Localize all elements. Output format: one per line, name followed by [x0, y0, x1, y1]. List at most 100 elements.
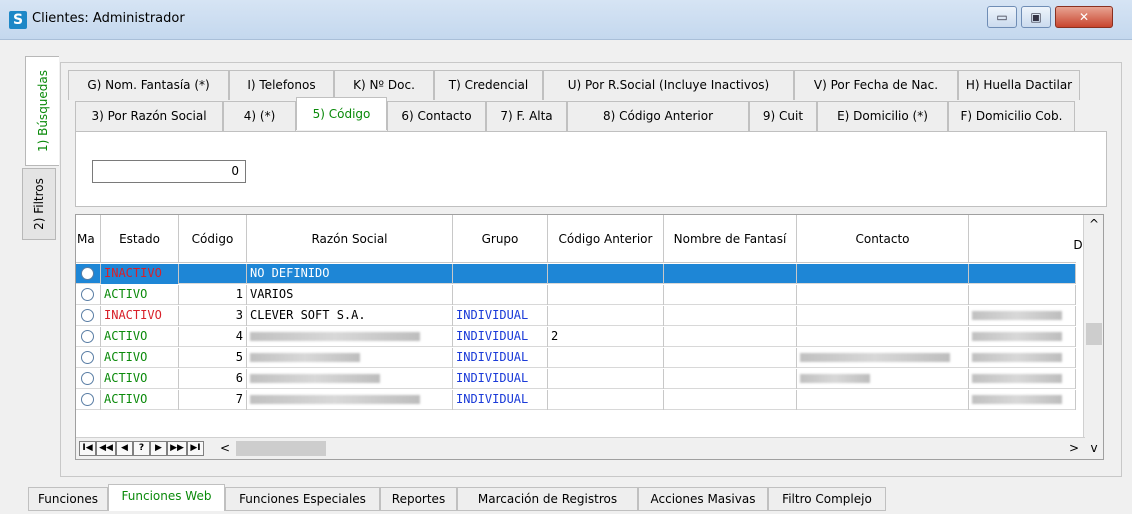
table-row[interactable]: INACTIVO 3 CLEVER SOFT S.A. INDIVIDUAL	[76, 306, 1076, 326]
codigo-cell: 1	[179, 285, 247, 305]
row-marker[interactable]	[76, 264, 101, 284]
scroll-up-icon[interactable]: ^	[1084, 217, 1103, 231]
razon-cell: VARIOS	[247, 285, 453, 305]
razon-cell	[247, 369, 453, 389]
codigo-cell: 7	[179, 390, 247, 410]
table-row[interactable]: ACTIVO 6 INDIVIDUAL	[76, 369, 1076, 389]
tab-credencial[interactable]: T) Credencial	[434, 70, 543, 100]
nav-next-page-icon[interactable]: ▶▶	[167, 441, 187, 456]
fantasia-cell	[664, 348, 797, 368]
redacted-text	[972, 395, 1062, 404]
tab-funciones-web[interactable]: Funciones Web	[108, 484, 225, 511]
tab-acciones-masivas[interactable]: Acciones Masivas	[638, 487, 768, 511]
hscroll-right-icon[interactable]: >	[1069, 441, 1079, 455]
table-row[interactable]: ACTIVO 1 VARIOS	[76, 285, 1076, 305]
radio-icon[interactable]	[81, 351, 94, 364]
redacted-text	[972, 332, 1062, 341]
row-marker[interactable]	[76, 327, 101, 347]
razon-cell	[247, 348, 453, 368]
estado-cell: ACTIVO	[101, 348, 179, 368]
codigo-cell: 6	[179, 369, 247, 389]
domicilio-cell	[969, 369, 1076, 389]
tab-filtros[interactable]: 2) Filtros	[22, 168, 56, 240]
contacto-cell	[797, 306, 969, 326]
row-marker[interactable]	[76, 306, 101, 326]
tab-f-alta[interactable]: 7) F. Alta	[486, 101, 567, 131]
col-codigo-anterior[interactable]: Código Anterior	[548, 215, 664, 263]
tab-contacto[interactable]: 6) Contacto	[387, 101, 486, 131]
domicilio-cell	[969, 264, 1076, 284]
tab-filtro-complejo[interactable]: Filtro Complejo	[768, 487, 886, 511]
radio-icon[interactable]	[81, 267, 94, 280]
row-marker[interactable]	[76, 390, 101, 410]
radio-icon[interactable]	[81, 372, 94, 385]
table-row[interactable]: ACTIVO 4 INDIVIDUAL 2	[76, 327, 1076, 347]
grupo-cell: INDIVIDUAL	[453, 327, 548, 347]
col-nombre-fantasia[interactable]: Nombre de Fantasí	[664, 215, 797, 263]
domicilio-cell	[969, 285, 1076, 305]
table-row[interactable]: ACTIVO 5 INDIVIDUAL	[76, 348, 1076, 368]
radio-icon[interactable]	[81, 309, 94, 322]
row-marker[interactable]	[76, 348, 101, 368]
minimize-button[interactable]: ▭	[987, 6, 1017, 28]
estado-cell: ACTIVO	[101, 285, 179, 305]
redacted-text	[250, 374, 380, 383]
radio-icon[interactable]	[81, 393, 94, 406]
nav-search-icon[interactable]: ?	[133, 441, 150, 456]
hscroll-left-icon[interactable]: <	[220, 441, 230, 455]
tab-marcacion-registros[interactable]: Marcación de Registros	[457, 487, 638, 511]
tab-funciones[interactable]: Funciones	[28, 487, 108, 511]
col-domicilio[interactable]: Di	[969, 215, 1089, 263]
redacted-text	[972, 374, 1062, 383]
grupo-cell: INDIVIDUAL	[453, 369, 548, 389]
tab-domicilio-cob[interactable]: F) Domicilio Cob.	[948, 101, 1075, 131]
tab-nom-fantasia[interactable]: G) Nom. Fantasía (*)	[68, 70, 229, 100]
tab-por-rsocial[interactable]: U) Por R.Social (Incluye Inactivos)	[543, 70, 794, 100]
tab-reportes[interactable]: Reportes	[380, 487, 457, 511]
nav-prev-icon[interactable]: ◀	[116, 441, 133, 456]
tab-cuit[interactable]: 9) Cuit	[749, 101, 817, 131]
scroll-thumb[interactable]	[1086, 323, 1102, 345]
radio-icon[interactable]	[81, 330, 94, 343]
estado-cell: ACTIVO	[101, 369, 179, 389]
row-marker[interactable]	[76, 285, 101, 305]
grupo-cell: INDIVIDUAL	[453, 306, 548, 326]
tab-domicilio[interactable]: E) Domicilio (*)	[817, 101, 948, 131]
row-marker[interactable]	[76, 369, 101, 389]
maximize-button[interactable]: ▣	[1021, 6, 1051, 28]
clientes-grid: Ma Estado Código Razón Social Grupo Códi…	[75, 214, 1104, 460]
nav-last-icon[interactable]: ▶I	[187, 441, 204, 456]
codigo-input[interactable]: 0	[92, 160, 246, 183]
fantasia-cell	[664, 327, 797, 347]
nav-next-icon[interactable]: ▶	[150, 441, 167, 456]
vertical-scrollbar[interactable]: ^ v	[1083, 215, 1103, 459]
tab-nro-doc[interactable]: K) Nº Doc.	[334, 70, 434, 100]
tab-razon-social[interactable]: 3) Por Razón Social	[75, 101, 223, 131]
col-ma[interactable]: Ma	[76, 215, 101, 263]
col-razon-social[interactable]: Razón Social	[247, 215, 453, 263]
tab-codigo-anterior[interactable]: 8) Código Anterior	[567, 101, 749, 131]
radio-icon[interactable]	[81, 288, 94, 301]
table-row[interactable]: INACTIVO NO DEFINIDO	[76, 264, 1076, 284]
tab-funciones-especiales[interactable]: Funciones Especiales	[225, 487, 380, 511]
domicilio-cell	[969, 306, 1076, 326]
tab-huella[interactable]: H) Huella Dactilar	[958, 70, 1080, 100]
col-contacto[interactable]: Contacto	[797, 215, 969, 263]
close-button[interactable]: ✕	[1055, 6, 1113, 28]
scroll-down-icon[interactable]: v	[1084, 441, 1103, 455]
grupo-cell: INDIVIDUAL	[453, 390, 548, 410]
nav-prev-page-icon[interactable]: ◀◀	[96, 441, 116, 456]
anterior-cell	[548, 348, 664, 368]
razon-cell	[247, 390, 453, 410]
col-grupo[interactable]: Grupo	[453, 215, 548, 263]
col-codigo[interactable]: Código	[179, 215, 247, 263]
nav-first-icon[interactable]: I◀	[79, 441, 96, 456]
tab-telefonos[interactable]: I) Telefonos	[229, 70, 334, 100]
hscroll-thumb[interactable]	[236, 441, 326, 456]
table-row[interactable]: ACTIVO 7 INDIVIDUAL	[76, 390, 1076, 410]
tab-codigo[interactable]: 5) Código	[296, 97, 387, 130]
tab-asterisco[interactable]: 4) (*)	[223, 101, 296, 131]
col-estado[interactable]: Estado	[101, 215, 179, 263]
tab-fecha-nac[interactable]: V) Por Fecha de Nac.	[794, 70, 958, 100]
tab-busquedas[interactable]: 1) Búsquedas	[25, 56, 59, 166]
